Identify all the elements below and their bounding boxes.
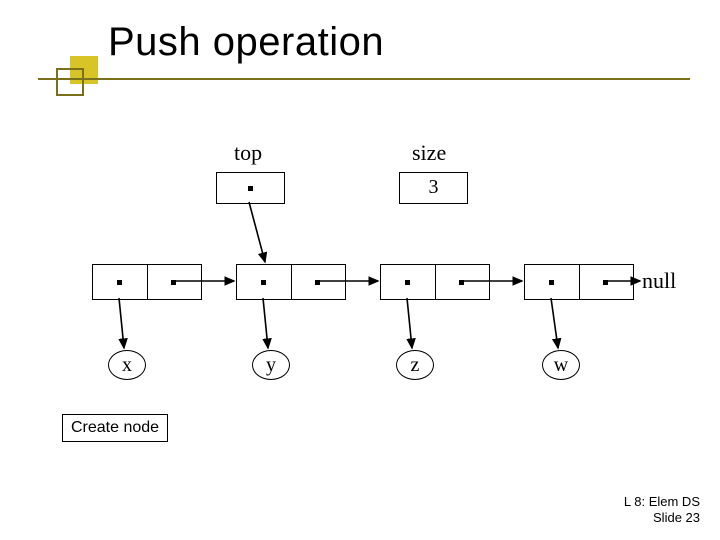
arrow-node4-data	[551, 298, 558, 348]
node-2	[236, 264, 346, 300]
node-4-next-pointer-icon	[603, 280, 608, 285]
size-box: 3	[399, 172, 468, 204]
slide-footer: L 8: Elem DS Slide 23	[624, 494, 700, 527]
arrow-node2-data	[263, 298, 268, 348]
node-4-split	[579, 265, 580, 299]
label-size: size	[412, 140, 446, 166]
data-oval-3: z	[396, 350, 434, 380]
footer-line-1: L 8: Elem DS	[624, 494, 700, 510]
data-oval-2: y	[252, 350, 290, 380]
step-label: Create node	[62, 414, 168, 442]
node-4-data-pointer-icon	[549, 280, 554, 285]
top-box	[216, 172, 285, 204]
node-3-split	[435, 265, 436, 299]
data-value-4: w	[554, 354, 568, 377]
arrow-node1-data	[119, 298, 124, 348]
node-2-next-pointer-icon	[315, 280, 320, 285]
node-3-data-pointer-icon	[405, 280, 410, 285]
data-value-2: y	[266, 354, 276, 377]
data-oval-4: w	[542, 350, 580, 380]
size-value: 3	[400, 176, 467, 199]
slide: Push operation top size 3	[0, 0, 720, 540]
node-1-data-pointer-icon	[117, 280, 122, 285]
null-label: null	[642, 268, 676, 294]
footer-line-2: Slide 23	[624, 510, 700, 526]
data-value-1: x	[122, 354, 132, 377]
top-pointer-icon	[248, 186, 253, 191]
node-3	[380, 264, 490, 300]
arrow-node3-data	[407, 298, 412, 348]
node-1	[92, 264, 202, 300]
node-2-split	[291, 265, 292, 299]
diagram: top size 3	[0, 0, 720, 540]
arrow-top-to-list	[249, 202, 265, 262]
data-value-3: z	[411, 354, 420, 377]
node-1-split	[147, 265, 148, 299]
node-3-next-pointer-icon	[459, 280, 464, 285]
label-top: top	[234, 140, 262, 166]
node-2-data-pointer-icon	[261, 280, 266, 285]
node-1-next-pointer-icon	[171, 280, 176, 285]
node-4	[524, 264, 634, 300]
data-oval-1: x	[108, 350, 146, 380]
